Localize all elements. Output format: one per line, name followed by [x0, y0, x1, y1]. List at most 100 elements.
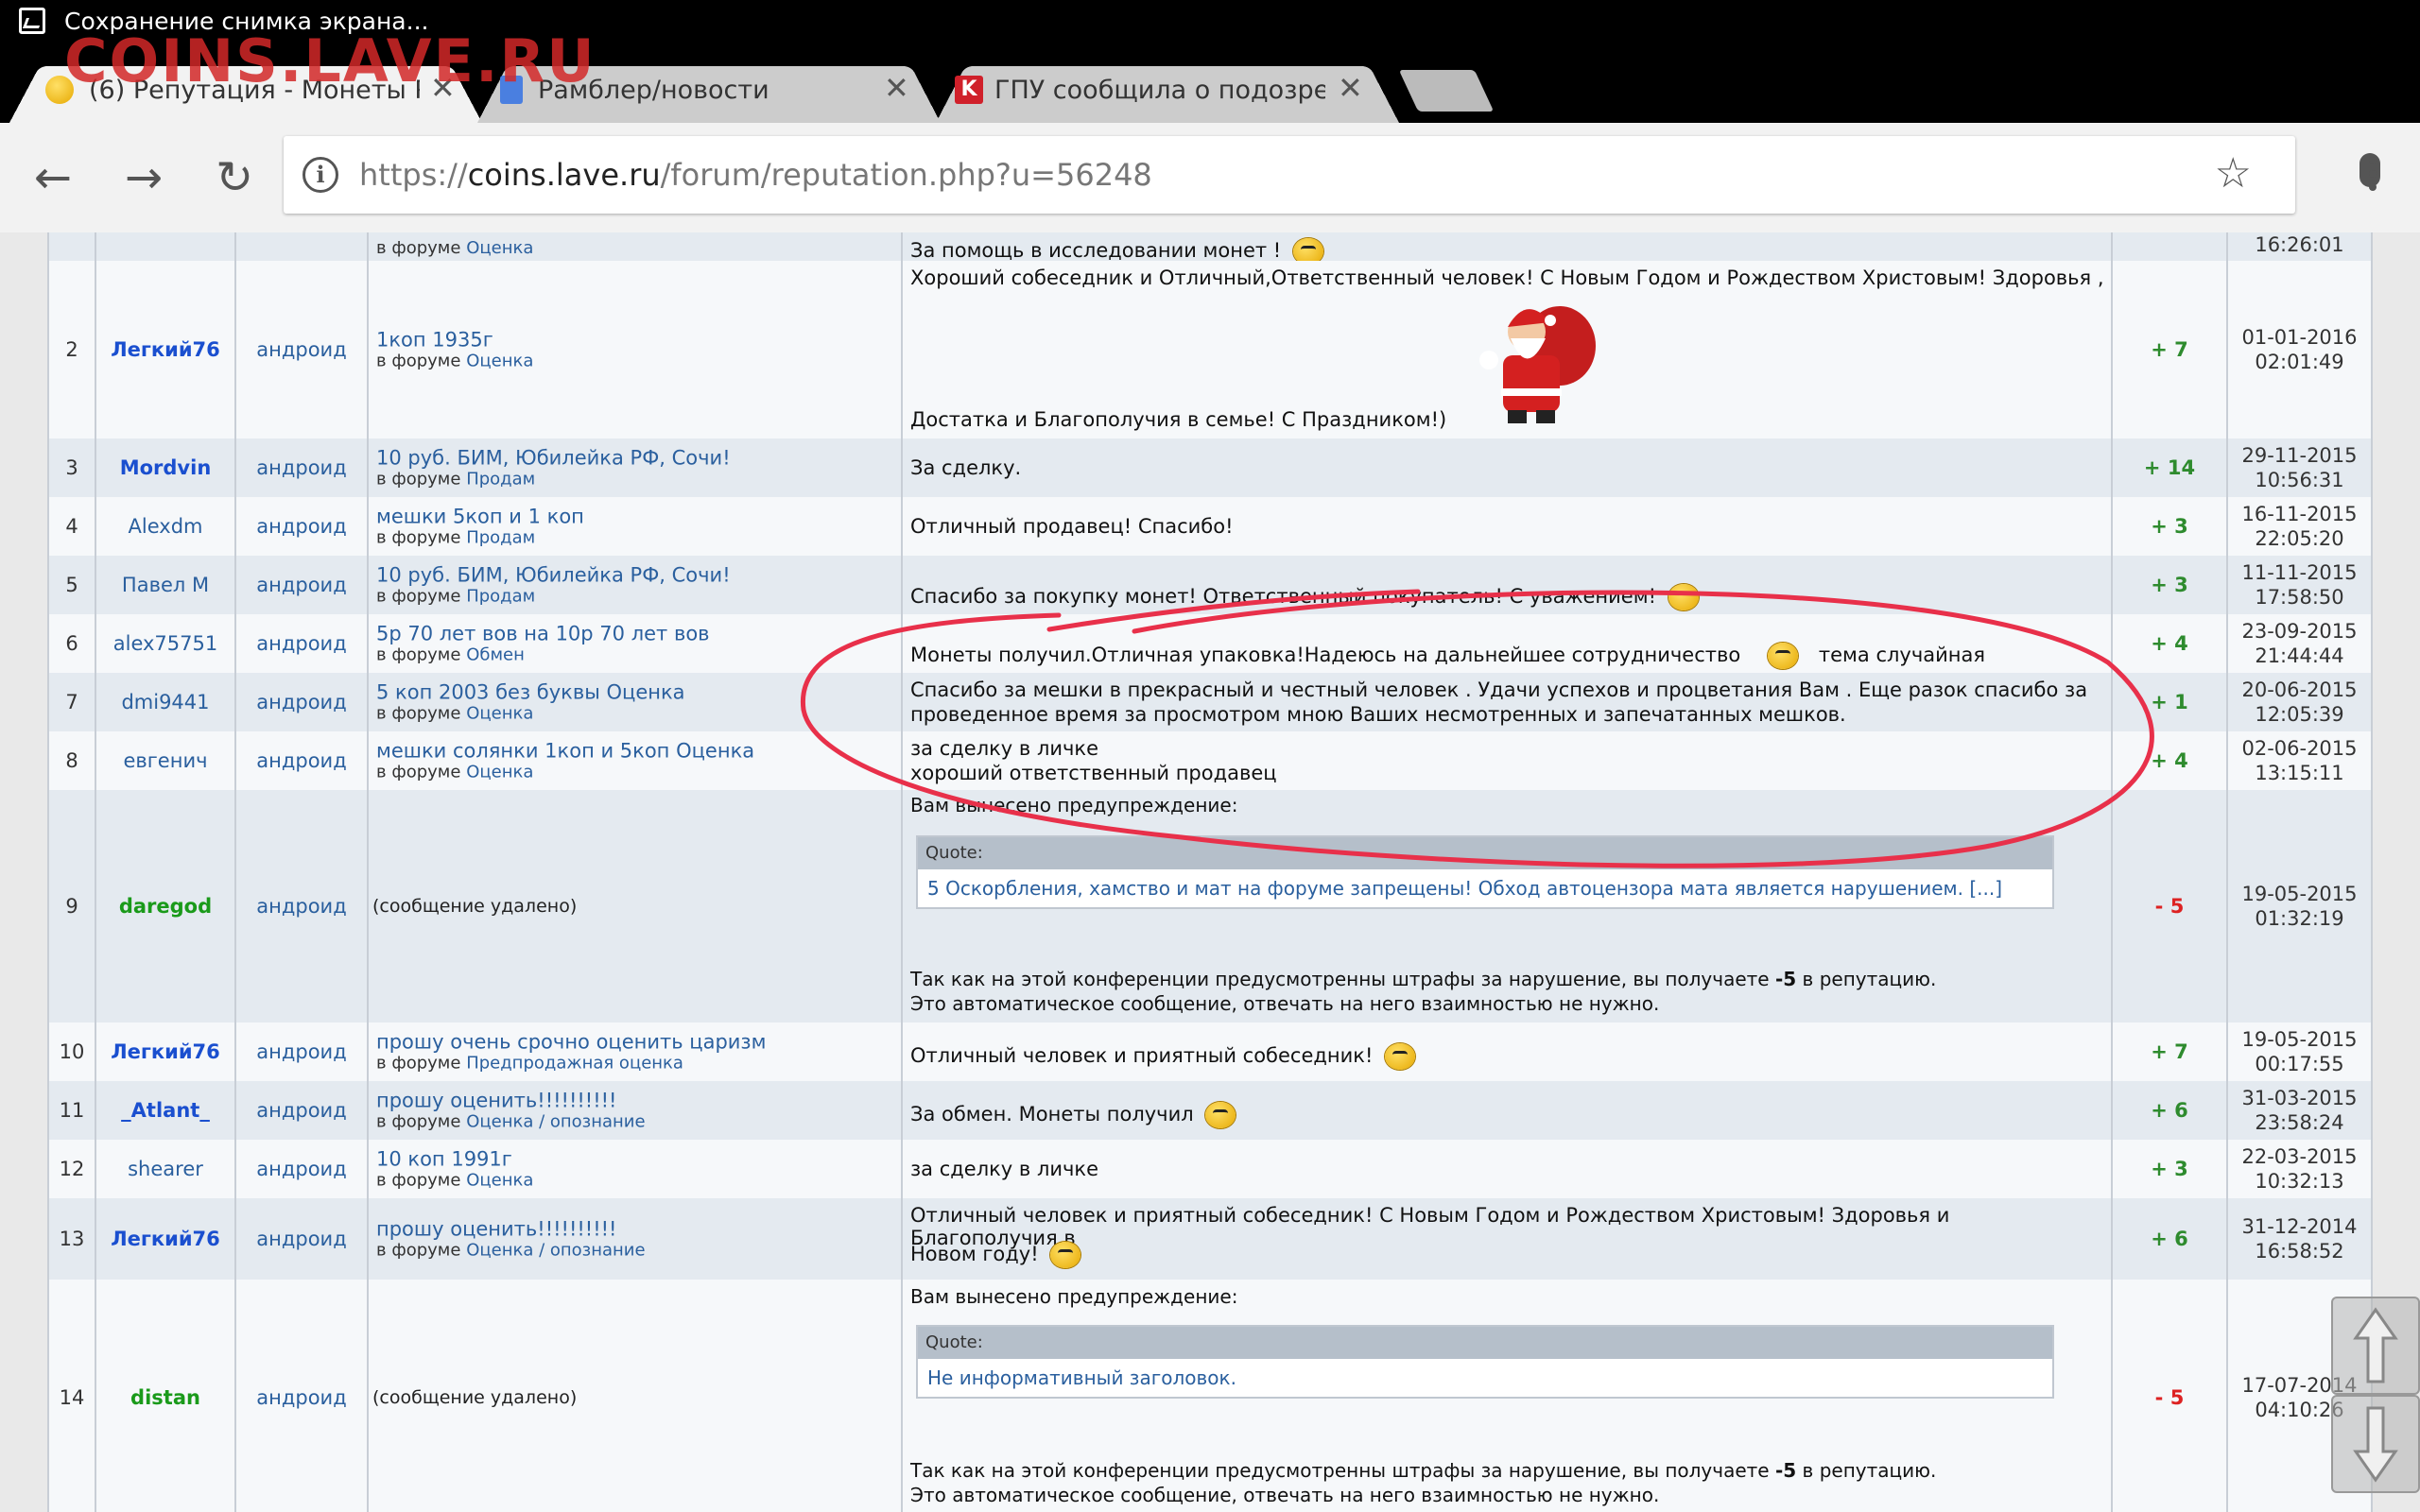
smiley-icon — [1762, 641, 1804, 671]
points-value: + 6 — [2151, 1099, 2188, 1122]
message-text: хороший ответственный продавец — [910, 762, 1277, 784]
user-link[interactable]: shearer — [96, 1158, 234, 1180]
topic-link[interactable]: 5р 70 лет вов на 10р 70 лет вов — [376, 623, 901, 645]
bookmark-star-icon[interactable]: ☆ — [2215, 149, 2252, 198]
forum-link[interactable]: Оценка — [466, 763, 533, 782]
forum-link[interactable]: Оценка / опознание — [466, 1241, 645, 1261]
quote-label: Quote: — [918, 1327, 2052, 1359]
message-tail: тема случайная — [1818, 644, 1985, 666]
user-link[interactable]: Легкий76 — [96, 338, 234, 361]
points-value: + 4 — [2151, 632, 2188, 655]
table-row: 8 евгенич андроид мешки солянки 1коп и 5… — [47, 731, 2373, 792]
table-row: 5 Павел М андроид 10 руб. БИМ, Юбилейка … — [47, 556, 2373, 616]
user-link[interactable]: Легкий76 — [96, 1040, 234, 1063]
points-value: + 14 — [2143, 456, 2196, 479]
menu-icon[interactable] — [2367, 151, 2378, 204]
address-bar[interactable]: i https://coins.lave.ru/forum/reputation… — [284, 136, 2380, 214]
close-tab-icon[interactable]: ✕ — [1338, 70, 1363, 106]
forum-link[interactable]: Оценка — [466, 238, 533, 258]
topic-link[interactable]: прошу очень срочно оценить царизм — [376, 1031, 901, 1054]
device-label: андроид — [256, 456, 347, 479]
device-label: андроид — [256, 338, 347, 361]
forum-link[interactable]: Продам — [466, 470, 535, 490]
forum-link[interactable]: Оценка — [466, 352, 533, 371]
points-value: + 4 — [2151, 749, 2188, 772]
forum-link[interactable]: Оценка — [466, 1171, 533, 1191]
reload-icon[interactable]: ↻ — [208, 151, 261, 204]
device-label: андроид — [256, 1099, 347, 1122]
smiley-icon — [1200, 1100, 1241, 1130]
points-value: + 6 — [2151, 1228, 2188, 1250]
close-tab-icon[interactable]: ✕ — [884, 70, 909, 106]
screenshot-icon — [19, 8, 45, 34]
message-text: За обмен. Монеты получил — [910, 1103, 1194, 1125]
user-link[interactable]: alex75751 — [96, 632, 234, 655]
tab-label: ГПУ сообщила о подозрен — [994, 76, 1325, 105]
deleted-message: (сообщение удалено) — [372, 1387, 578, 1408]
points-value: + 7 — [2151, 338, 2188, 361]
back-icon[interactable]: ← — [26, 151, 79, 204]
points-value: + 3 — [2151, 515, 2188, 538]
table-row: 7 dmi9441 андроид 5 коп 2003 без буквы О… — [47, 673, 2373, 733]
table-row: 12 shearer андроид 10 коп 1991г в форуме … — [47, 1140, 2373, 1200]
user-link[interactable]: distan — [96, 1386, 234, 1409]
message-text: Монеты получил.Отличная упаковка!Надеюсь… — [910, 644, 1741, 666]
topic-link[interactable]: 10 руб. БИМ, Юбилейка РФ, Сочи! — [376, 564, 901, 587]
message-text: За сделку. — [910, 456, 1022, 479]
device-label: андроид — [256, 632, 347, 655]
topic-link[interactable]: прошу оценить!!!!!!!!!! — [376, 1218, 901, 1241]
watermark: COINS.LAVE.RU — [64, 26, 596, 95]
table-row: 2 Легкий76 андроид 1коп 1935г в форуме Оц… — [47, 261, 2373, 440]
quote-box: Quote: 5 Оскорбления, хамство и мат на ф… — [916, 835, 2054, 909]
table-row: 11 _Atlant_ андроид прошу оценить!!!!!!!… — [47, 1081, 2373, 1142]
quote-box: Quote: Не информативный заголовок. — [916, 1325, 2054, 1399]
forum-link[interactable]: Предпродажная оценка — [466, 1054, 683, 1074]
user-link[interactable]: Легкий76 — [96, 1228, 234, 1250]
points-value: - 5 — [2154, 895, 2185, 918]
forward-icon[interactable]: → — [117, 151, 170, 204]
topic-link[interactable]: мешки 5коп и 1 коп — [376, 506, 901, 528]
topic-link[interactable]: 1коп 1935г — [376, 329, 901, 352]
santa-image — [1479, 306, 1596, 423]
message-text: проведенное время за просмотром мною Ваш… — [910, 703, 1846, 726]
message-text: Спасибо за покупку монет! Ответственный … — [910, 585, 1656, 608]
user-link[interactable]: Alexdm — [96, 515, 234, 538]
page-content: в форуме Оценка За помощь в исследовании… — [0, 232, 2420, 1512]
points-value: + 3 — [2151, 574, 2188, 596]
warning-text: Вам вынесено предупреждение: — [910, 1285, 1238, 1308]
topic-link[interactable]: 10 руб. БИМ, Юбилейка РФ, Сочи! — [376, 447, 901, 470]
user-link[interactable]: daregod — [96, 895, 234, 918]
message-text: Отличный человек и приятный собеседник! — [910, 1044, 1374, 1067]
device-label: андроид — [256, 1228, 347, 1250]
topic-link[interactable]: прошу оценить!!!!!!!!!! — [376, 1090, 901, 1112]
topic-link[interactable]: мешки солянки 1коп и 5коп Оценка — [376, 740, 901, 763]
smiley-icon — [1379, 1041, 1421, 1072]
table-row: 3 Mordvin андроид 10 руб. БИМ, Юбилейка … — [47, 438, 2373, 499]
points-value: + 7 — [2151, 1040, 2188, 1063]
tab-gpu[interactable]: K ГПУ сообщила о подозрен ✕ — [936, 57, 1399, 123]
user-link[interactable]: dmi9441 — [96, 691, 234, 713]
forum-link[interactable]: Продам — [466, 528, 535, 548]
forum-link[interactable]: Обмен — [466, 645, 525, 665]
table-row: 4 Alexdm андроид мешки 5коп и 1 коп в фор… — [47, 497, 2373, 558]
forum-link[interactable]: Продам — [466, 587, 535, 607]
user-link[interactable]: Павел М — [96, 574, 234, 596]
new-tab-button[interactable] — [1398, 70, 1495, 112]
user-link[interactable]: _Atlant_ — [96, 1099, 234, 1122]
smiley-icon — [1045, 1240, 1086, 1270]
url-text[interactable]: https://coins.lave.ru/forum/reputation.p… — [359, 157, 1152, 193]
message-text: Хороший собеседник и Отличный,Ответствен… — [910, 266, 2104, 289]
topic-link[interactable]: 10 коп 1991г — [376, 1148, 901, 1171]
warning-text: Вам вынесено предупреждение: — [910, 794, 1238, 816]
scroll-down-button[interactable] — [2331, 1395, 2420, 1493]
smiley-icon — [1663, 582, 1704, 612]
user-link[interactable]: евгенич — [96, 749, 234, 772]
info-icon[interactable]: i — [302, 157, 338, 193]
message-text: за сделку в личке — [910, 1158, 1099, 1180]
table-row: 6 alex75751 андроид 5р 70 лет вов на 10р… — [47, 614, 2373, 675]
user-link[interactable]: Mordvin — [96, 456, 234, 479]
forum-link[interactable]: Оценка / опознание — [466, 1112, 645, 1132]
scroll-up-button[interactable] — [2331, 1297, 2420, 1395]
forum-link[interactable]: Оценка — [466, 704, 533, 724]
topic-link[interactable]: 5 коп 2003 без буквы Оценка — [376, 681, 901, 704]
